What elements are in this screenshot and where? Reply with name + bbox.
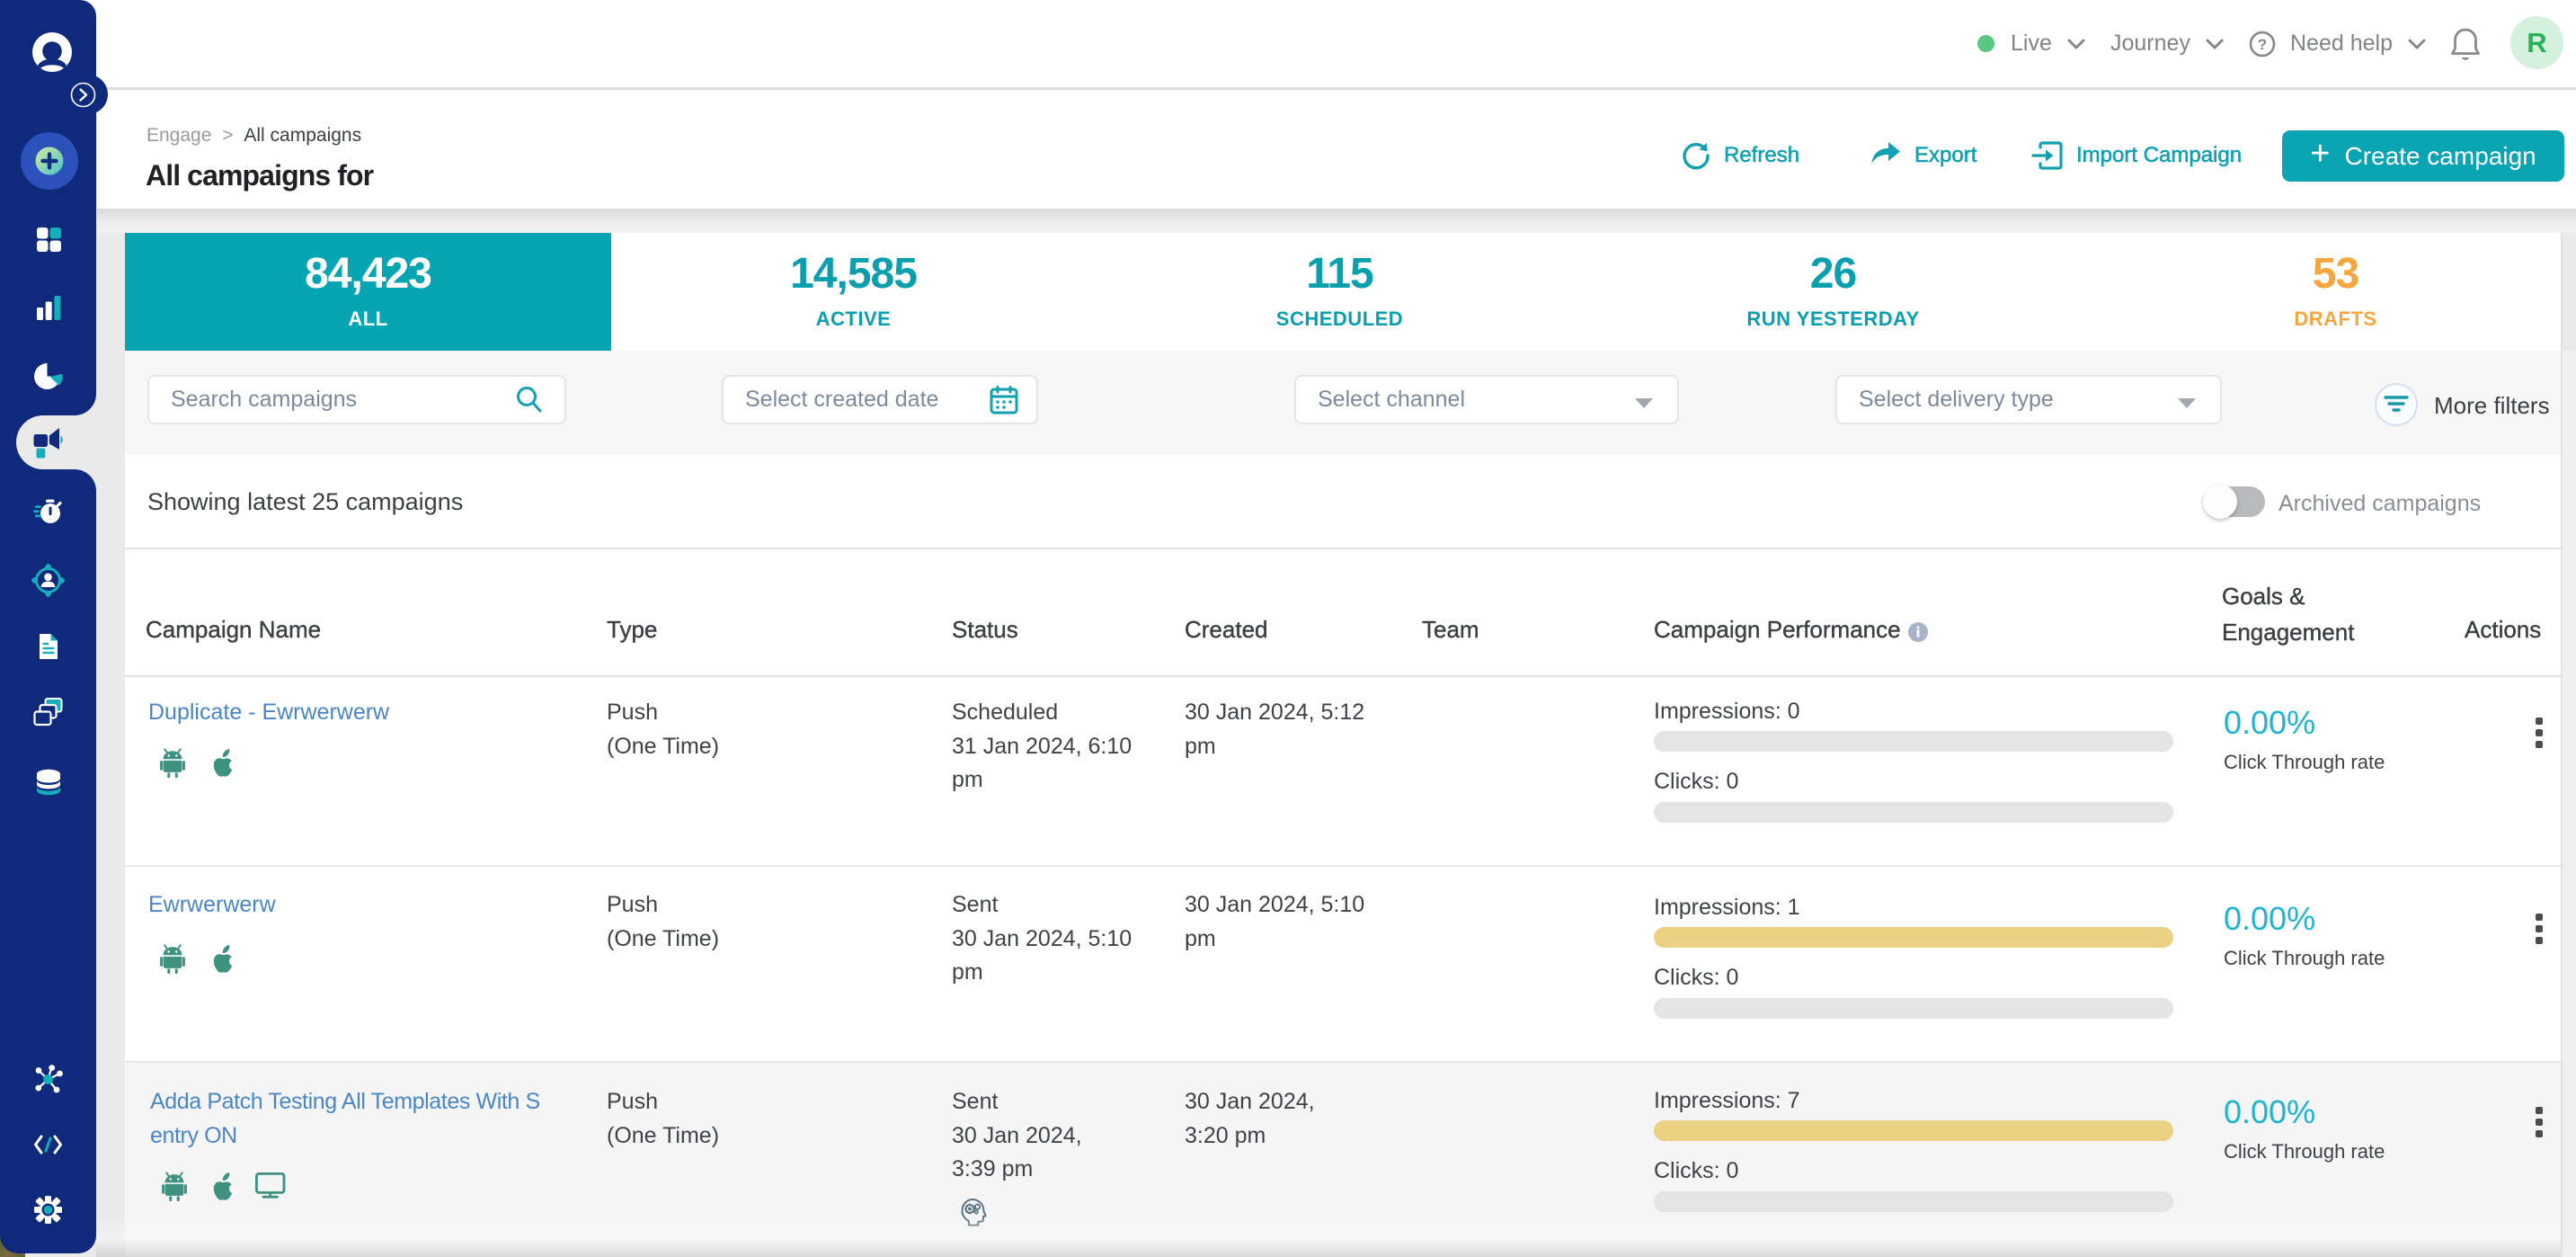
svg-text:?: ?: [2258, 36, 2267, 53]
